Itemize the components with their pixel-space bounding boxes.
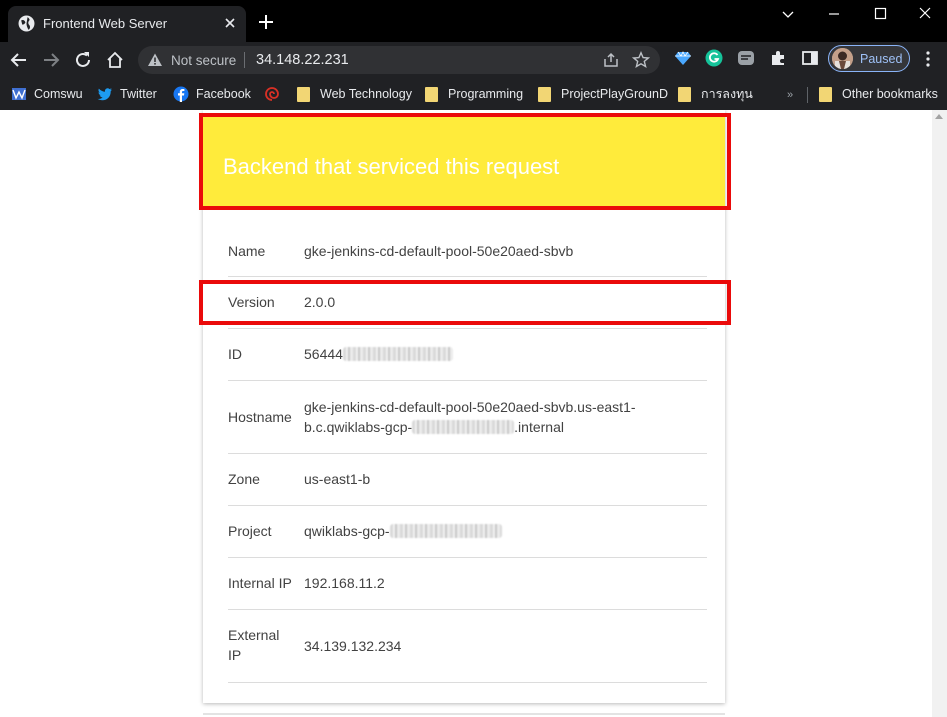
row-value: 56444	[304, 344, 699, 364]
avatar	[832, 48, 853, 69]
row-value: us-east1-b	[304, 471, 371, 487]
folder-icon	[538, 86, 551, 102]
facebook-icon	[173, 86, 189, 102]
bookmarks-divider	[807, 87, 808, 103]
row-value: 34.139.132.234	[304, 638, 402, 654]
bookmark-programming[interactable]: Programming	[425, 84, 523, 104]
info-row-project: Project qwiklabs-gcp-	[228, 506, 707, 558]
title-bar: Frontend Web Server	[0, 0, 947, 42]
omnibox-divider	[244, 52, 245, 68]
hostname-line1: gke-jenkins-cd-default-pool-50e20aed-sbv…	[304, 399, 636, 415]
page-bottom-edge	[203, 713, 725, 715]
bookmark-red-swirl[interactable]	[264, 84, 287, 104]
folder-icon	[425, 86, 438, 102]
bookmarks-overflow-button[interactable]: »	[787, 89, 793, 101]
back-arrow-icon[interactable]	[9, 50, 29, 70]
warning-icon[interactable]	[147, 52, 163, 68]
chevron-down-icon[interactable]	[776, 4, 800, 24]
row-label: Project	[228, 523, 272, 539]
header-highlight-box	[199, 113, 731, 210]
grammarly-icon[interactable]	[705, 49, 723, 67]
info-row-external-ip: External IP 34.139.132.234	[228, 610, 707, 683]
url-text[interactable]: 34.148.22.231	[256, 52, 349, 68]
info-row-zone: Zone us-east1-b	[228, 454, 707, 506]
forward-arrow-icon[interactable]	[41, 50, 61, 70]
row-value: gke-jenkins-cd-default-pool-50e20aed-sbv…	[304, 397, 699, 437]
bookmark-projectplayground[interactable]: ProjectPlayGrounD	[538, 84, 668, 104]
redacted-blur	[412, 420, 515, 434]
security-label[interactable]: Not secure	[171, 53, 236, 68]
bookmark-twitter[interactable]: Twitter	[97, 84, 157, 104]
row-label: Hostname	[228, 409, 292, 425]
row-value: qwiklabs-gcp-	[304, 521, 699, 541]
bookmark-comswu[interactable]: Comswu	[11, 84, 83, 104]
maximize-icon[interactable]	[868, 4, 892, 24]
folder-icon	[678, 86, 691, 102]
twitter-icon	[97, 88, 112, 101]
more-menu-icon[interactable]	[920, 50, 936, 68]
version-highlight-box	[199, 280, 731, 325]
row-label: ID	[228, 346, 242, 362]
id-visible-part: 56444	[304, 346, 343, 362]
close-window-icon[interactable]	[913, 4, 937, 24]
minimize-icon[interactable]	[822, 4, 846, 24]
info-row-name: Name gke-jenkins-cd-default-pool-50e20ae…	[228, 228, 707, 277]
bookmark-web-technology[interactable]: Web Technology	[297, 84, 412, 104]
extensions-puzzle-icon[interactable]	[769, 49, 787, 67]
folder-icon	[819, 86, 832, 102]
project-visible-part: qwiklabs-gcp-	[304, 523, 390, 539]
row-label: Zone	[228, 471, 260, 487]
row-value: 192.168.11.2	[304, 575, 385, 591]
info-row-hostname: Hostname gke-jenkins-cd-default-pool-50e…	[228, 381, 707, 454]
gem-extension-icon[interactable]	[674, 49, 692, 67]
browser-tab[interactable]: Frontend Web Server	[8, 6, 246, 42]
hostname-line2-prefix: b.c.qwiklabs-gcp-	[304, 419, 413, 435]
share-icon[interactable]	[602, 51, 620, 69]
bookmark-facebook[interactable]: Facebook	[173, 84, 251, 104]
row-label: External IP	[228, 627, 280, 663]
comswu-icon	[12, 88, 26, 100]
info-row-id: ID 56444	[228, 329, 707, 381]
bookmark-other-bookmarks[interactable]: Other bookmarks	[819, 84, 938, 104]
close-tab-icon[interactable]	[220, 13, 240, 33]
tab-title: Frontend Web Server	[43, 16, 168, 31]
reload-icon[interactable]	[73, 50, 93, 70]
scrollbar[interactable]	[932, 110, 947, 717]
bookmarks-bar: Comswu Twitter Facebook Web Technology P…	[0, 78, 947, 110]
red-swirl-icon	[265, 87, 279, 101]
bookmark-star-icon[interactable]	[632, 51, 650, 69]
folder-icon	[297, 86, 310, 102]
new-tab-icon[interactable]	[256, 12, 276, 32]
line-extension-icon[interactable]	[737, 49, 755, 67]
bookmark-investment[interactable]: การลงทุน	[678, 84, 753, 104]
profile-button[interactable]: Paused	[828, 45, 910, 72]
row-label: Name	[228, 243, 266, 259]
side-panel-icon[interactable]	[801, 49, 819, 67]
page-content: Backend that serviced this request Name …	[0, 110, 947, 717]
row-value: gke-jenkins-cd-default-pool-50e20aed-sbv…	[304, 243, 574, 259]
profile-status: Paused	[860, 52, 903, 66]
scroll-up-icon[interactable]	[935, 114, 943, 119]
toolbar: Not secure 34.148.22.231 Paused	[0, 42, 947, 78]
redacted-blur	[342, 347, 453, 361]
home-icon[interactable]	[105, 50, 125, 70]
hostname-line2-suffix: .internal	[514, 419, 564, 435]
globe-icon	[18, 15, 35, 32]
info-row-internal-ip: Internal IP 192.168.11.2	[228, 558, 707, 610]
redacted-blur	[389, 524, 502, 538]
row-label: Internal IP	[228, 575, 292, 591]
address-bar[interactable]: Not secure 34.148.22.231	[138, 46, 660, 74]
